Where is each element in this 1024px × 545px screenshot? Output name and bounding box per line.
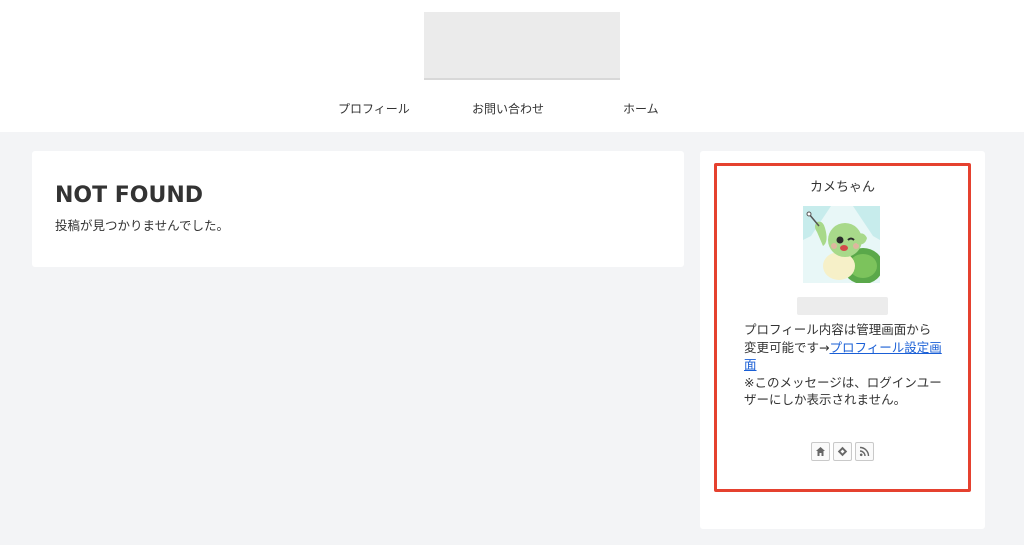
not-found-message: 投稿が見つかりませんでした。 [55,218,230,233]
home-icon[interactable] [811,442,830,461]
profile-description: プロフィール内容は管理画面から変更可能です→プロフィール設定画面 ※このメッセー… [744,321,942,409]
rss-icon[interactable] [855,442,874,461]
profile-avatar [803,206,880,283]
profile-name: カメちゃん [809,180,875,195]
main-content-card: NOT FOUND 投稿が見つかりませんでした。 [32,151,684,267]
profile-subtitle-placeholder [797,297,888,315]
social-icons [811,442,875,461]
nav-item-home[interactable]: ホーム [623,100,659,118]
sidebar: カメちゃん プロフィール内容は管理画面から変更可能です→プロフィール設定画面 ※… [700,151,985,529]
nav-item-contact[interactable]: お問い合わせ [472,100,544,118]
nav-item-profile[interactable]: プロフィール [338,100,410,118]
site-logo-placeholder[interactable] [424,12,620,80]
site-header: プロフィール お問い合わせ ホーム [0,0,1024,132]
global-nav: プロフィール お問い合わせ ホーム [0,100,1024,118]
turtle-avatar-illustration [803,206,880,283]
feedly-icon[interactable] [833,442,852,461]
profile-login-note: ※このメッセージは、ログインユーザーにしか表示されません。 [744,374,942,408]
page-title: NOT FOUND [55,183,204,208]
